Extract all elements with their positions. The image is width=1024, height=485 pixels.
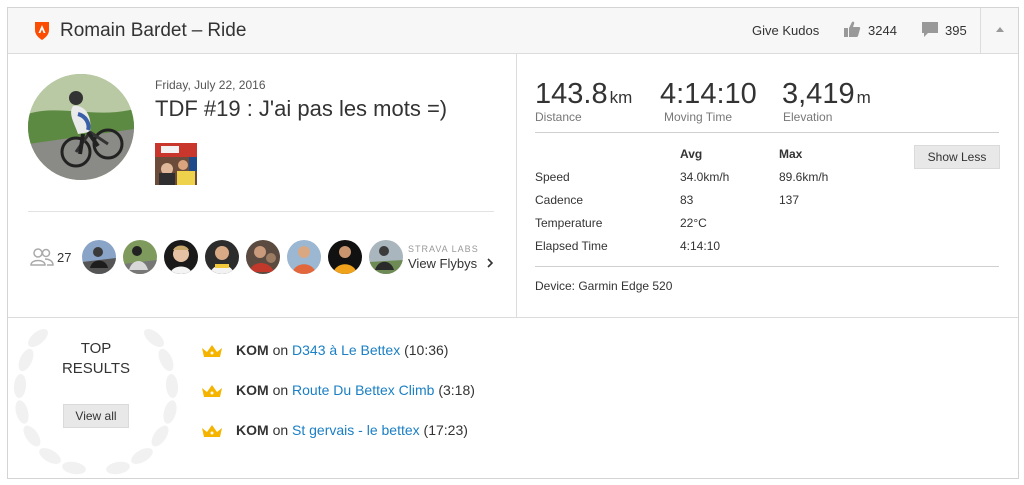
give-kudos-button[interactable]: Give Kudos <box>752 23 819 38</box>
result-time: (17:23) <box>423 422 468 438</box>
result-row: KOM on D343 à Le Bettex (10:36) <box>201 342 448 358</box>
athlete-avatar[interactable] <box>28 74 134 180</box>
group-athlete-avatar[interactable] <box>82 240 116 274</box>
segment-link[interactable]: Route Du Bettex Climb <box>292 382 434 398</box>
crown-icon <box>202 425 222 437</box>
result-achievement: KOM <box>236 382 269 398</box>
distance-unit: km <box>609 88 633 107</box>
device-info: Device: Garmin Edge 520 <box>535 279 673 293</box>
result-time: (10:36) <box>404 342 449 358</box>
caret-up-icon <box>996 27 1004 32</box>
segment-link[interactable]: D343 à Le Bettex <box>292 342 400 358</box>
activity-date: Friday, July 22, 2016 <box>155 78 266 92</box>
moving-time-label: Moving Time <box>664 110 733 124</box>
stat-row-max: 89.6km/h <box>779 170 829 184</box>
result-achievement: KOM <box>236 422 269 438</box>
stat-row-label: Temperature <box>535 216 603 230</box>
activity-title: Romain Bardet – Ride <box>60 20 246 42</box>
result-time: (3:18) <box>438 382 475 398</box>
view-flybys-link[interactable]: View Flybys <box>408 256 477 271</box>
stat-row-label: Elapsed Time <box>535 239 608 253</box>
thumbs-up-icon[interactable] <box>843 20 861 38</box>
elevation-unit: m <box>856 88 871 107</box>
group-athlete-avatar[interactable] <box>164 240 198 274</box>
crown-icon <box>202 385 222 397</box>
segment-link[interactable]: St gervais - le bettex <box>292 422 420 438</box>
chevron-right-icon[interactable] <box>487 258 493 268</box>
activity-name: TDF #19 : J'ai pas les mots =) <box>155 96 448 121</box>
crown-icon <box>202 345 222 357</box>
strava-shield-icon <box>35 22 49 40</box>
group-athlete-avatar[interactable] <box>246 240 280 274</box>
collapse-button[interactable] <box>980 8 1018 53</box>
group-athlete-avatar[interactable] <box>287 240 321 274</box>
group-athlete-avatar[interactable] <box>205 240 239 274</box>
distance-value: 143.8 km <box>535 78 633 110</box>
result-row: KOM on St gervais - le bettex (17:23) <box>201 422 468 438</box>
moving-time-value: 4:14:10 <box>660 78 757 110</box>
group-athlete-count[interactable]: 27 <box>57 250 71 265</box>
max-column-header: Max <box>779 147 803 161</box>
result-row: KOM on Route Du Bettex Climb (3:18) <box>201 382 475 398</box>
left-separator <box>28 211 494 212</box>
comment-count[interactable]: 395 <box>945 23 967 38</box>
strava-labs-label: STRAVA LABS <box>408 244 479 254</box>
avg-column-header: Avg <box>680 147 703 161</box>
comment-icon[interactable] <box>921 21 939 38</box>
result-achievement: KOM <box>236 342 269 358</box>
result-on: on <box>272 422 289 438</box>
activity-card: Romain Bardet–Ride Give Kudos 3244 395 <box>7 7 1019 479</box>
elevation-label: Elevation <box>783 110 833 124</box>
stat-row-label: Cadence <box>535 193 584 207</box>
stats-separator <box>535 132 999 133</box>
view-all-button[interactable]: View all <box>63 404 129 428</box>
activity-photo-thumbnail[interactable] <box>155 143 197 185</box>
group-athlete-avatar[interactable] <box>369 240 403 274</box>
top-results-title: TOP RESULTS <box>61 340 131 377</box>
vertical-divider <box>516 54 517 317</box>
stat-row-label: Speed <box>535 170 570 184</box>
show-less-button[interactable]: Show Less <box>914 145 1000 169</box>
distance-label: Distance <box>535 110 582 124</box>
result-on: on <box>272 342 289 358</box>
stat-row-avg: 83 <box>680 193 694 207</box>
activity-header: Romain Bardet – Ride Give Kudos 3244 395 <box>8 8 1018 54</box>
group-athlete-avatar[interactable] <box>328 240 362 274</box>
stat-row-avg: 34.0km/h <box>680 170 730 184</box>
kudos-count[interactable]: 3244 <box>868 23 897 38</box>
stat-row-max: 137 <box>779 193 800 207</box>
group-athletes-icon <box>30 248 54 266</box>
athlete-name-link[interactable]: Romain Bardet <box>60 20 187 41</box>
title-separator: – <box>191 20 203 41</box>
result-on: on <box>272 382 289 398</box>
activity-type: Ride <box>207 20 247 41</box>
elevation-value: 3,419 m <box>782 78 871 110</box>
stats-separator <box>535 266 999 267</box>
stat-row-avg: 4:14:10 <box>680 239 721 253</box>
stat-row-avg: 22°C <box>680 216 707 230</box>
group-athlete-avatar[interactable] <box>123 240 157 274</box>
